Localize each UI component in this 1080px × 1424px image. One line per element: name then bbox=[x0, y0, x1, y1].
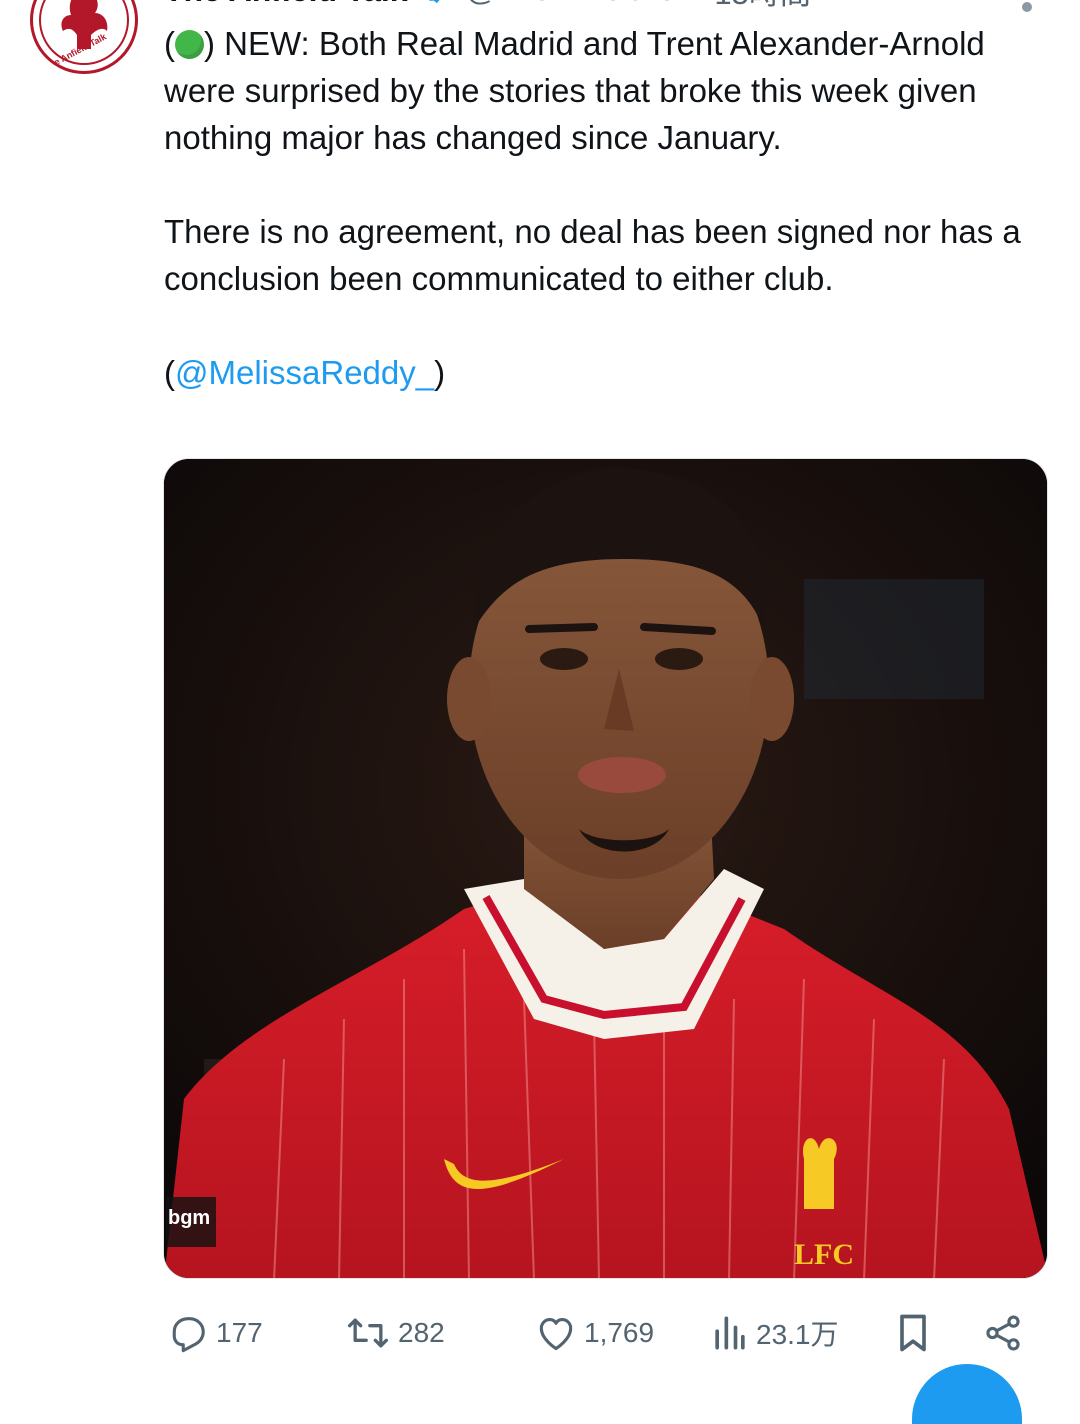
retweet-count: 282 bbox=[398, 1317, 445, 1348]
retweet-button[interactable]: 282 bbox=[344, 1310, 445, 1356]
reply-icon bbox=[172, 1317, 205, 1353]
sleeve-patch-text: bgm bbox=[168, 1207, 210, 1229]
compose-button[interactable] bbox=[912, 1364, 1022, 1424]
tweet-body-line: ) NEW: Both Real Madrid and Trent Alexan… bbox=[164, 25, 985, 156]
views-icon bbox=[715, 1316, 745, 1350]
reply-count: 177 bbox=[216, 1317, 263, 1348]
tweet-text: () NEW: Both Real Madrid and Trent Alexa… bbox=[164, 20, 1044, 396]
tweet-credit: (@MelissaReddy_) bbox=[164, 349, 1044, 396]
like-count: 1,769 bbox=[584, 1317, 655, 1348]
paren-open: ( bbox=[164, 25, 175, 62]
tweet-image[interactable]: LFC bgm bbox=[163, 458, 1048, 1279]
player-photo-icon: LFC bgm bbox=[164, 459, 1047, 1278]
bookmark-button[interactable] bbox=[894, 1310, 932, 1356]
user-handle[interactable]: @TheAnfieldTalk bbox=[466, 0, 701, 8]
views-button[interactable]: 23.1万 bbox=[710, 1310, 839, 1356]
tweet-paragraph-2: There is no agreement, no deal has been … bbox=[164, 213, 1021, 297]
verified-badge-icon bbox=[428, 0, 440, 4]
bookmark-icon bbox=[900, 1314, 926, 1352]
reply-button[interactable]: 177 bbox=[166, 1310, 263, 1356]
credit-close: ) bbox=[434, 354, 446, 391]
timestamp[interactable]: 15時間 bbox=[714, 0, 810, 13]
mention-link[interactable]: @MelissaReddy_ bbox=[175, 354, 434, 391]
retweet-icon bbox=[348, 1318, 388, 1348]
tweet[interactable]: The Anfield Talk The Anfield Talk @TheAn… bbox=[0, 0, 1080, 1424]
views-count: 23.1万 bbox=[756, 1319, 839, 1350]
avatar[interactable]: The Anfield Talk bbox=[30, 0, 138, 74]
more-options-icon[interactable] bbox=[1022, 2, 1032, 12]
shirt-text-lfc: LFC bbox=[794, 1238, 854, 1271]
share-button[interactable] bbox=[982, 1310, 1024, 1356]
tweet-actions: 177 282 1,769 23.1万 bbox=[166, 1310, 1036, 1356]
green-circle-icon bbox=[175, 30, 204, 59]
tweet-paragraph-1: () NEW: Both Real Madrid and Trent Alexa… bbox=[164, 20, 1044, 161]
display-name[interactable]: The Anfield Talk bbox=[164, 0, 408, 9]
share-icon bbox=[986, 1315, 1020, 1351]
tweet-header: The Anfield Talk @TheAnfieldTalk 15時間 bbox=[164, 0, 811, 13]
lfc-crest-icon bbox=[802, 1138, 837, 1209]
like-button[interactable]: 1,769 bbox=[534, 1310, 654, 1356]
credit-open: ( bbox=[164, 354, 175, 391]
heart-icon bbox=[539, 1318, 573, 1351]
